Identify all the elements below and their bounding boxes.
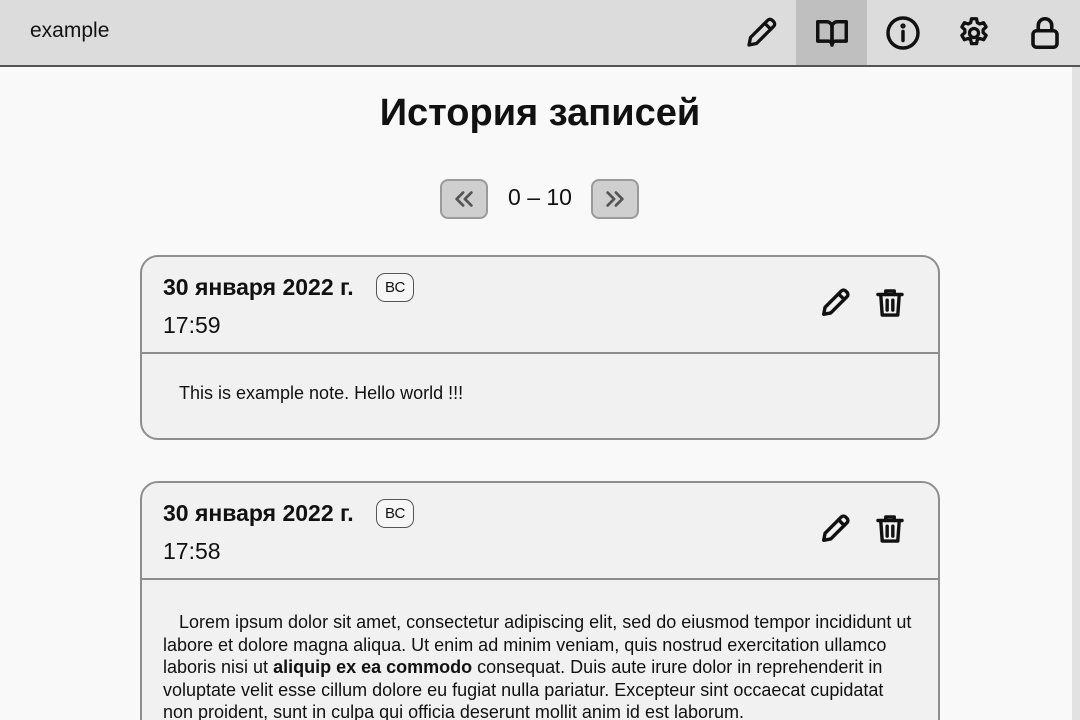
pencil-icon	[821, 288, 850, 317]
entry-text: This is example note. Hello world !!!	[179, 383, 464, 403]
scrollbar[interactable]	[1072, 67, 1080, 720]
entry-time: 17:58	[163, 538, 221, 564]
entry-header: 30 января 2022 г. ВС 17:59	[142, 257, 938, 354]
pencil-icon	[821, 514, 850, 543]
info-icon	[885, 15, 920, 50]
pager-prev-button[interactable]	[440, 179, 488, 219]
nav-settings-button[interactable]	[938, 0, 1009, 65]
entry-time: 17:59	[163, 312, 221, 338]
top-bar: example	[0, 0, 1080, 67]
double-chevron-right-icon	[606, 191, 624, 207]
edit-entry-button[interactable]	[815, 509, 855, 549]
entry-date: 30 января 2022 г.	[163, 500, 354, 526]
delete-entry-button[interactable]	[870, 509, 910, 549]
pencil-icon	[746, 17, 776, 47]
entry-weekday-badge: ВС	[376, 499, 415, 528]
page-title: История записей	[379, 92, 701, 134]
entry-body: Lorem ipsum dolor sit amet, consectetur …	[142, 580, 938, 720]
gear-icon	[959, 16, 988, 45]
nav-info-button[interactable]	[867, 0, 938, 65]
app-name: example	[30, 19, 110, 42]
nav-write-button[interactable]	[725, 0, 796, 65]
scrollbar-thumb[interactable]	[1072, 67, 1080, 720]
nav-history-button[interactable]	[796, 0, 867, 65]
entry-header: 30 января 2022 г. ВС 17:58	[142, 483, 938, 580]
book-icon	[815, 19, 848, 47]
lock-icon	[1030, 16, 1059, 49]
entry-weekday-badge: ВС	[376, 273, 415, 302]
nav-lock-button[interactable]	[1009, 0, 1080, 65]
entry-card: 30 января 2022 г. ВС 17:58 Lorem ipsum d…	[140, 481, 940, 720]
pager-next-button[interactable]	[591, 179, 639, 219]
entry-text-bold: aliquip ex ea commodo	[273, 657, 473, 677]
edit-entry-button[interactable]	[815, 283, 855, 323]
delete-entry-button[interactable]	[870, 283, 910, 323]
entry-card: 30 января 2022 г. ВС 17:59 This is examp…	[140, 255, 940, 440]
pager-range: 0 – 10	[508, 184, 572, 210]
entry-date: 30 января 2022 г.	[163, 274, 354, 300]
trash-icon	[876, 289, 904, 317]
entry-body: This is example note. Hello world !!!	[142, 354, 938, 433]
trash-icon	[876, 515, 904, 543]
double-chevron-left-icon	[455, 191, 473, 207]
